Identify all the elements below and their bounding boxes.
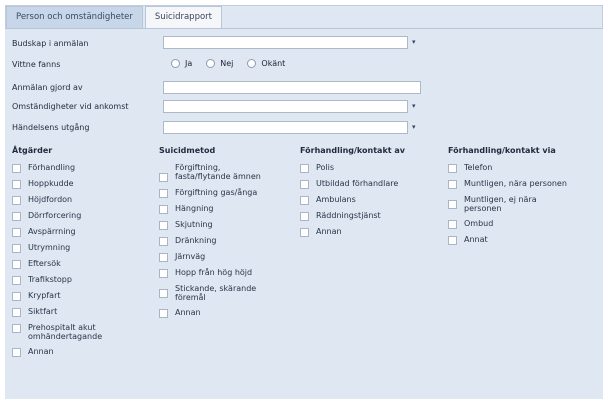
checkbox-icon [448, 200, 457, 209]
chevron-down-icon[interactable]: ▾ [412, 38, 416, 46]
checkbox-icon [159, 269, 168, 278]
vittne-radio-okant[interactable]: Okänt [247, 59, 285, 68]
checkbox-hoppkudde[interactable]: Hoppkudde [12, 179, 147, 189]
anmalan-label: Anmälan gjord av [12, 83, 83, 92]
kontakt-via-heading: Förhandling/kontakt via [448, 146, 556, 155]
checkbox-trafikstopp[interactable]: Trafikstopp [12, 275, 147, 285]
checkbox-hangning[interactable]: Hängning [159, 204, 294, 214]
checkbox-raddningstjanst[interactable]: Räddningstjänst [300, 211, 440, 221]
kontakt-via-column: Förhandling/kontakt via Telefon Muntlige… [448, 146, 598, 251]
checkbox-skjutning[interactable]: Skjutning [159, 220, 294, 230]
checkbox-drankning[interactable]: Dränkning [159, 236, 294, 246]
tab-person-och-omstandigheter[interactable]: Person och omständigheter [6, 6, 143, 28]
checkbox-icon [159, 205, 168, 214]
checkbox-icon [300, 212, 309, 221]
checkbox-icon [12, 228, 21, 237]
checkbox-krypfart[interactable]: Krypfart [12, 291, 147, 301]
checkbox-annat[interactable]: Annat [448, 235, 598, 245]
checkbox-annan-kontakt[interactable]: Annan [300, 227, 440, 237]
checkbox-icon [12, 164, 21, 173]
checkbox-muntligen-ej-nara[interactable]: Muntligen, ej nära personen [448, 195, 598, 213]
checkbox-polis[interactable]: Polis [300, 163, 440, 173]
checkbox-icon [159, 237, 168, 246]
checkbox-icon [12, 308, 21, 317]
checkbox-jarnvag[interactable]: Järnväg [159, 252, 294, 262]
checkbox-icon [12, 196, 21, 205]
checkbox-icon [12, 180, 21, 189]
checkbox-dorrforcering[interactable]: Dörrforcering [12, 211, 147, 221]
checkbox-icon [448, 236, 457, 245]
checkbox-icon [159, 221, 168, 230]
radio-circle-icon [206, 59, 216, 68]
atgarder-column: Åtgärder Förhandling Hoppkudde Höjdfordo… [12, 146, 147, 363]
checkbox-icon [300, 180, 309, 189]
vittne-radio-nej[interactable]: Nej [206, 59, 233, 68]
chevron-down-icon[interactable]: ▾ [412, 123, 416, 131]
checkbox-stickande[interactable]: Stickande, skärande föremål [159, 284, 294, 302]
checkbox-icon [12, 260, 21, 269]
checkbox-eftersok[interactable]: Eftersök [12, 259, 147, 269]
checkbox-icon [12, 348, 21, 357]
chevron-down-icon[interactable]: ▾ [412, 102, 416, 110]
radio-circle-icon [171, 59, 180, 68]
suicidmetod-heading: Suicidmetod [159, 146, 216, 155]
checkbox-forgiftning-gas[interactable]: Förgiftning gas/ånga [159, 188, 294, 198]
checkbox-icon [300, 196, 309, 205]
vittne-radio-group: Ja Nej Okänt [171, 59, 285, 68]
checkbox-annan-atgard[interactable]: Annan [12, 347, 147, 357]
checkbox-hopp[interactable]: Hopp från hög höjd [159, 268, 294, 278]
radio-label: Ja [185, 59, 193, 68]
radio-circle-icon [247, 59, 257, 68]
vittne-radio-ja[interactable]: Ja [171, 59, 192, 68]
omstandigheter-dropdown[interactable] [163, 100, 408, 113]
checkbox-hojdfordon[interactable]: Höjdfordon [12, 195, 147, 205]
checkbox-icon [300, 228, 309, 237]
checkbox-telefon[interactable]: Telefon [448, 163, 598, 173]
checkbox-icon [12, 276, 21, 285]
vittne-label: Vittne fanns [12, 60, 61, 69]
omstandigheter-label: Omständigheter vid ankomst [12, 102, 129, 111]
kontakt-av-heading: Förhandling/kontakt av [300, 146, 405, 155]
checkbox-icon [12, 212, 21, 221]
anmalan-input[interactable] [163, 81, 421, 94]
checkbox-icon [159, 173, 168, 182]
checkbox-icon [12, 292, 21, 301]
checkbox-avsparrning[interactable]: Avspärrning [12, 227, 147, 237]
checkbox-ombud[interactable]: Ombud [448, 219, 598, 229]
checkbox-forhandling[interactable]: Förhandling [12, 163, 147, 173]
handelse-label: Händelsens utgång [12, 123, 90, 132]
radio-label: Okänt [261, 59, 286, 68]
checkbox-icon [448, 220, 457, 229]
checkbox-siktfart[interactable]: Siktfart [12, 307, 147, 317]
handelse-dropdown[interactable] [163, 121, 408, 134]
budskap-label: Budskap i anmälan [12, 39, 89, 48]
checkbox-icon [159, 309, 168, 318]
checkbox-icon [448, 180, 457, 189]
checkbox-icon [159, 289, 168, 298]
checkbox-icon [300, 164, 309, 173]
suicidrapport-panel: Budskap i anmälan ▾ Vittne fanns Ja Nej … [5, 28, 603, 399]
kontakt-av-column: Förhandling/kontakt av Polis Utbildad fö… [300, 146, 440, 243]
tab-suicidrapport[interactable]: Suicidrapport [144, 6, 223, 28]
checkbox-icon [159, 253, 168, 262]
checkbox-forgiftning-fasta[interactable]: Förgiftning, fasta/flytande ämnen [159, 163, 294, 182]
budskap-dropdown[interactable] [163, 36, 408, 49]
checkbox-annan-metod[interactable]: Annan [159, 308, 294, 318]
checkbox-icon [12, 324, 21, 333]
tab-bar: Person och omständigheter Suicidrapport [6, 6, 223, 28]
suicidmetod-column: Suicidmetod Förgiftning, fasta/flytande … [159, 146, 294, 324]
checkbox-icon [12, 244, 21, 253]
radio-label: Nej [220, 59, 234, 68]
checkbox-icon [448, 164, 457, 173]
checkbox-prehospitalt[interactable]: Prehospitalt akut omhändertagande [12, 323, 147, 341]
atgarder-heading: Åtgärder [12, 146, 53, 155]
checkbox-icon [159, 189, 168, 198]
checkbox-utbildad-forhandlare[interactable]: Utbildad förhandlare [300, 179, 440, 189]
checkbox-muntligen-nara[interactable]: Muntligen, nära personen [448, 179, 598, 189]
checkbox-utrymning[interactable]: Utrymning [12, 243, 147, 253]
checkbox-ambulans[interactable]: Ambulans [300, 195, 440, 205]
